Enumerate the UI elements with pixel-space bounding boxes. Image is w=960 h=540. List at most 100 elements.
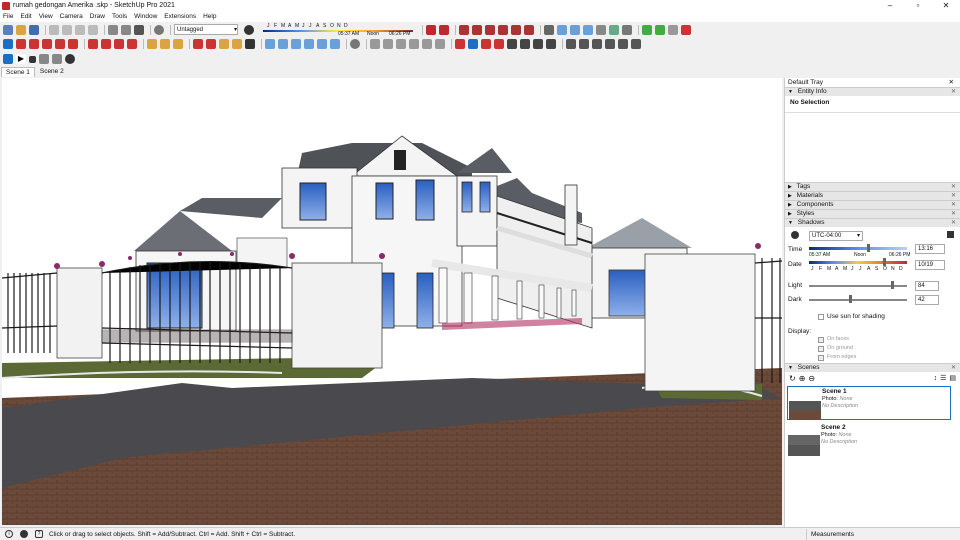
menu-camera[interactable]: Camera xyxy=(60,13,83,20)
panel-close-icon[interactable]: ✕ xyxy=(951,210,956,218)
time-slider[interactable] xyxy=(809,247,907,250)
components-panel-header[interactable]: ▶ Components ✕ xyxy=(785,200,960,209)
print-icon[interactable] xyxy=(134,24,144,35)
stamp-icon[interactable] xyxy=(291,39,301,49)
back-edges-icon[interactable] xyxy=(557,24,567,35)
left-view-icon[interactable] xyxy=(524,24,534,35)
camera-icon[interactable] xyxy=(566,39,576,49)
dark-slider-thumb[interactable] xyxy=(849,295,852,303)
solid-tools-outer-icon[interactable] xyxy=(370,39,380,49)
perspective-icon[interactable] xyxy=(618,39,628,49)
front-view-icon[interactable] xyxy=(485,24,495,35)
freehand-icon[interactable] xyxy=(42,39,52,49)
scene-item[interactable]: Scene 2 Photo: None No Description xyxy=(787,423,951,457)
erase-icon[interactable] xyxy=(88,24,98,35)
look-around-icon[interactable] xyxy=(592,39,602,49)
section-fill-icon[interactable] xyxy=(668,24,678,35)
paint-bucket-icon[interactable] xyxy=(173,39,183,49)
panel-close-icon[interactable]: ✕ xyxy=(951,88,956,96)
help-icon[interactable]: ? xyxy=(35,530,43,538)
save-icon[interactable] xyxy=(29,24,39,35)
redo-icon[interactable] xyxy=(121,24,131,35)
shadow-time-strip[interactable]: J F M A M J J A S O N D 05:37 AM Noon 06… xyxy=(263,23,413,37)
menu-extensions[interactable]: Extensions xyxy=(164,13,196,20)
hidden-line-icon[interactable] xyxy=(583,24,593,35)
refresh-icon[interactable]: ↻ xyxy=(789,374,796,383)
right-view-icon[interactable] xyxy=(498,24,508,35)
panel-close-icon[interactable]: ✕ xyxy=(951,219,956,227)
position-camera-icon[interactable] xyxy=(245,39,255,49)
section-plane-icon[interactable] xyxy=(642,24,652,35)
on-faces-checkbox[interactable] xyxy=(818,337,824,343)
house-top-icon[interactable] xyxy=(533,39,543,49)
section-cut-icon[interactable] xyxy=(655,24,665,35)
light-slider-thumb[interactable] xyxy=(891,281,894,289)
move-up-icon[interactable]: ↕ xyxy=(934,375,938,382)
tab-scene-1[interactable]: Scene 1 xyxy=(1,67,35,77)
undo-icon[interactable] xyxy=(108,24,118,35)
menu-help[interactable]: Help xyxy=(203,13,216,20)
dark-input[interactable]: 42 xyxy=(915,295,939,305)
menu-view[interactable]: View xyxy=(39,13,53,20)
shadow-settings-icon[interactable] xyxy=(947,231,954,238)
filter-icon[interactable] xyxy=(3,54,13,64)
rotate-icon[interactable] xyxy=(114,39,124,49)
time-slider-thumb[interactable] xyxy=(867,244,870,252)
tape-measure-icon[interactable] xyxy=(147,39,157,49)
drawing-viewport[interactable] xyxy=(2,78,782,525)
smoove-icon[interactable] xyxy=(278,39,288,49)
flip-edge-icon[interactable] xyxy=(330,39,340,49)
gear-icon[interactable] xyxy=(65,54,75,64)
paste-icon[interactable] xyxy=(75,24,85,35)
light-input[interactable]: 84 xyxy=(915,281,939,291)
menu-edit[interactable]: Edit xyxy=(20,13,31,20)
date-slider-thumb[interactable] xyxy=(883,258,886,266)
shaded-icon[interactable] xyxy=(596,24,606,35)
section-display-icon[interactable] xyxy=(605,39,615,49)
tab-scene-2[interactable]: Scene 2 xyxy=(36,67,68,77)
panel-close-icon[interactable]: ✕ xyxy=(951,183,956,191)
push-pull-icon[interactable] xyxy=(88,39,98,49)
timezone-select[interactable]: UTC-04:00 ▾ xyxy=(809,231,863,241)
menu-draw[interactable]: Draw xyxy=(90,13,105,20)
solid-tools-subtract-icon[interactable] xyxy=(409,39,419,49)
stop-icon[interactable] xyxy=(29,55,36,63)
tags-panel-header[interactable]: ▶ Tags ✕ xyxy=(785,182,960,191)
solid-tools-trim-icon[interactable] xyxy=(422,39,432,49)
move-icon[interactable] xyxy=(101,39,111,49)
panel-close-icon[interactable]: ✕ xyxy=(951,364,956,372)
scenes-panel-header[interactable]: ▼ Scenes ✕ xyxy=(785,363,960,372)
play-icon[interactable]: ▶ xyxy=(16,54,26,64)
info-icon[interactable]: i xyxy=(5,530,13,538)
date-input[interactable]: 10/19 xyxy=(915,260,945,270)
layers-icon[interactable] xyxy=(468,39,478,49)
eraser-icon[interactable] xyxy=(16,39,26,49)
new-file-icon[interactable] xyxy=(3,24,13,35)
menu-file[interactable]: File xyxy=(3,13,13,20)
shadows-panel-header[interactable]: ▼ Shadows ✕ xyxy=(785,218,960,227)
select-icon[interactable] xyxy=(3,39,13,49)
menu-tools[interactable]: Tools xyxy=(112,13,127,20)
top-view-icon[interactable] xyxy=(472,24,482,35)
maximize-button[interactable]: ▫ xyxy=(904,0,932,11)
geo-location-icon[interactable] xyxy=(350,39,360,49)
add-detail-icon[interactable] xyxy=(317,39,327,49)
from-edges-checkbox[interactable] xyxy=(818,355,824,361)
entity-info-header[interactable]: ▼ Entity Info ✕ xyxy=(785,87,960,96)
house-side-icon[interactable] xyxy=(520,39,530,49)
xray-icon[interactable] xyxy=(544,24,554,35)
walk-icon[interactable] xyxy=(579,39,589,49)
measurements-box[interactable]: Measurements xyxy=(806,529,956,540)
styles-panel-header[interactable]: ▶ Styles ✕ xyxy=(785,209,960,218)
model-info-icon[interactable] xyxy=(154,24,164,35)
record-icon[interactable] xyxy=(52,54,62,64)
match-photo-icon[interactable] xyxy=(681,24,691,35)
remove-scene-icon[interactable]: ⊖ xyxy=(808,374,815,383)
house-back-icon[interactable] xyxy=(546,39,556,49)
house-front-icon[interactable] xyxy=(507,39,517,49)
scale-icon[interactable] xyxy=(127,39,137,49)
minimize-button[interactable]: – xyxy=(876,0,904,11)
time-input[interactable]: 13:16 xyxy=(915,244,945,254)
cut-icon[interactable] xyxy=(49,24,59,35)
close-icon[interactable]: ✕ xyxy=(949,78,954,87)
